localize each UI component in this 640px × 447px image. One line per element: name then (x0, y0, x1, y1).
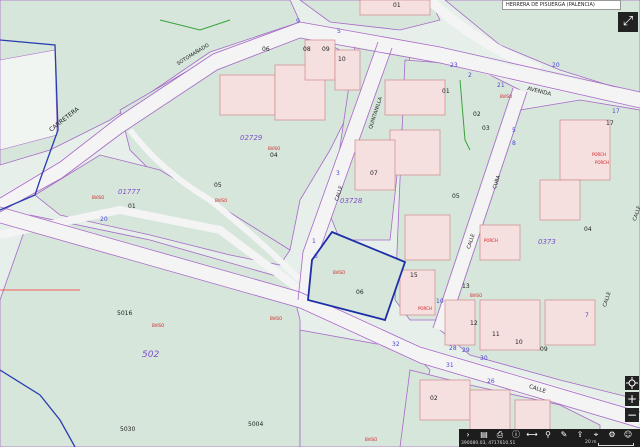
expand-icon: ⤢ (622, 14, 634, 29)
fullscreen-button[interactable]: ⤢ (618, 12, 638, 32)
pencil-icon: ✎ (560, 430, 568, 439)
settings-tool-button[interactable]: ⚙ (605, 430, 619, 440)
zoom-in-button[interactable]: + (625, 392, 639, 406)
print-icon: ⎙ (496, 430, 504, 439)
info-icon: ⓘ (512, 430, 520, 439)
map-title: HERRERA DE PISUERGA (PALENCIA) (502, 0, 621, 10)
crosshair-icon (626, 377, 638, 389)
user-tool-button[interactable]: ☺ (621, 430, 635, 440)
layers-tool-button[interactable]: ▤ (477, 430, 491, 440)
location-icon: ⌖ (593, 430, 599, 439)
scale-bar (598, 443, 634, 446)
draw-tool-button[interactable]: ✎ (557, 430, 571, 440)
map-canvas[interactable] (0, 0, 640, 447)
search-tool-button[interactable]: ⚲ (541, 430, 555, 440)
locate-button[interactable] (625, 376, 639, 390)
share-tool-button[interactable]: ⇪ (573, 430, 587, 440)
location-tool-button[interactable]: ⌖ (589, 430, 603, 440)
share-icon: ⇪ (576, 430, 584, 439)
info-tool-button[interactable]: ⓘ (509, 430, 523, 440)
user-icon: ☺ (623, 430, 633, 439)
measure-tool-button[interactable]: ⟷ (525, 430, 539, 440)
zoom-out-button[interactable]: − (625, 408, 639, 422)
cadastral-map[interactable]: CARRETERA SOTOMAÑADO QUINTANILLA CALLE C… (0, 0, 640, 447)
search-icon: ⚲ (545, 430, 551, 439)
coordinates-readout: 390080.03, 4717610.51 (461, 441, 516, 446)
parcel-west-strip (0, 49, 58, 151)
minus-icon: − (626, 408, 638, 422)
ruler-icon: ⟷ (526, 430, 538, 439)
scale-label: 20 m (585, 440, 597, 445)
chevron-right-icon: › (466, 430, 470, 439)
next-tool-button[interactable]: › (461, 430, 475, 440)
print-tool-button[interactable]: ⎙ (493, 430, 507, 440)
layers-icon: ▤ (480, 430, 488, 439)
gear-icon: ⚙ (608, 430, 616, 439)
plus-icon: + (626, 392, 638, 406)
